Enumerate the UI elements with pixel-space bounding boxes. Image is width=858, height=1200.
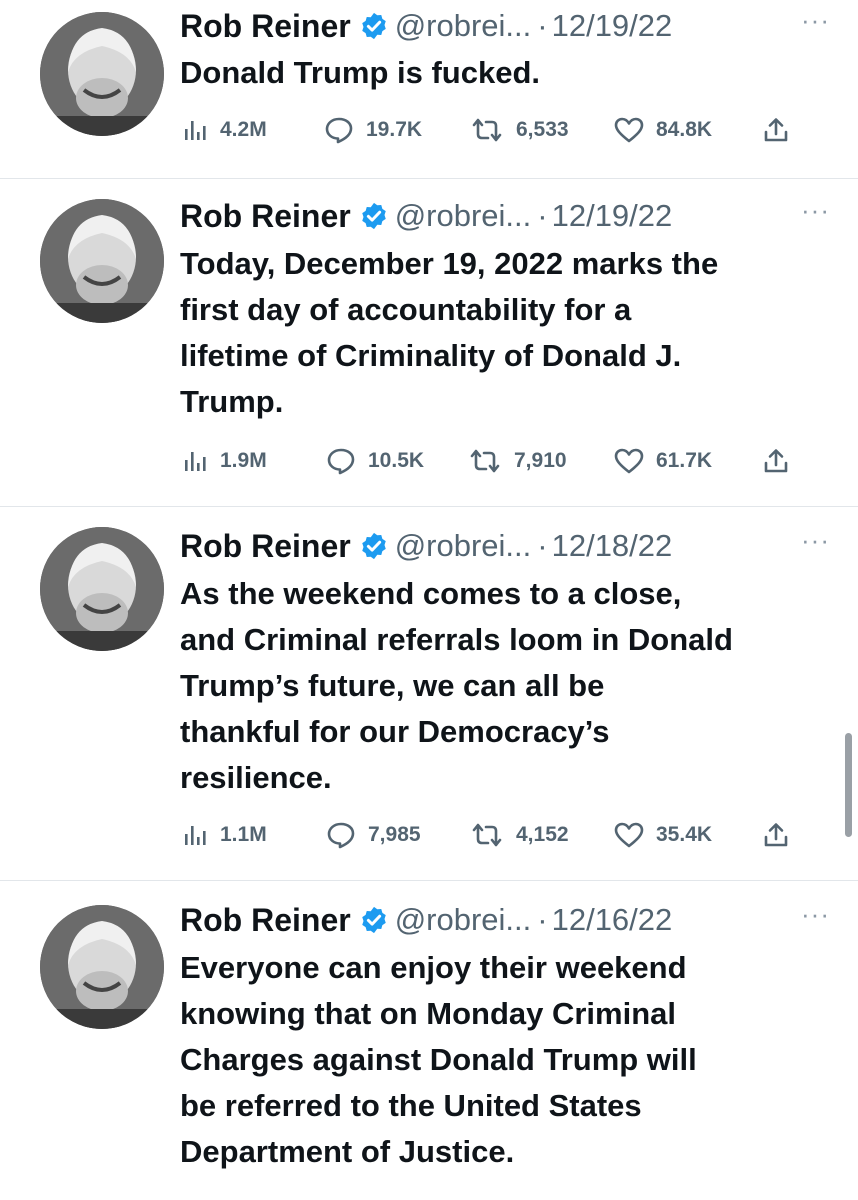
avatar[interactable] xyxy=(40,527,164,651)
separator-dot: · xyxy=(537,198,548,233)
tweet-header: Rob Reiner @robrei... · 12/19/22 ··· xyxy=(180,193,848,239)
retweet-count: 4,152 xyxy=(516,823,569,846)
share-button[interactable] xyxy=(762,441,790,481)
like-button[interactable]: 35.4K xyxy=(614,815,712,855)
reply-bubble-icon xyxy=(325,117,353,144)
retweet-count: 7,910 xyxy=(514,449,567,472)
like-count: 84.8K xyxy=(656,118,713,141)
tweet-text: Today, December 19, 2022 marks the first… xyxy=(180,246,719,419)
avatar-portrait-icon xyxy=(40,12,164,136)
tweet-text: Donald Trump is fucked. xyxy=(180,55,540,90)
like-button[interactable]: 61.7K xyxy=(614,441,712,481)
tweet-date[interactable]: 12/16/22 xyxy=(552,902,673,938)
tweet[interactable]: Rob Reiner @robrei... · 12/19/22 ··· Tod… xyxy=(0,179,858,507)
retweet-arrows-icon xyxy=(472,118,502,142)
reply-count: 19.7K xyxy=(366,118,423,141)
tweet-text: Everyone can enjoy their weekend knowing… xyxy=(180,950,697,1169)
tweet[interactable]: Rob Reiner @robrei... · 12/16/22 ··· Eve… xyxy=(0,881,858,1200)
tweet-text: As the weekend comes to a close, and Cri… xyxy=(180,576,733,795)
tweet-actions: 1.9M 10.5K 7,910 61.7K xyxy=(182,441,802,481)
tweet-date[interactable]: 12/18/22 xyxy=(552,528,673,564)
tweet-header: Rob Reiner @robrei... · 12/16/22 ··· xyxy=(180,897,848,943)
avatar-portrait-icon xyxy=(40,527,164,651)
author-handle[interactable]: @robrei... xyxy=(395,902,532,938)
views-button[interactable]: 4.2M xyxy=(182,110,267,150)
verified-badge-icon xyxy=(361,532,386,560)
author-name[interactable]: Rob Reiner xyxy=(180,902,351,939)
tweet-date[interactable]: 12/19/22 xyxy=(552,8,673,44)
reply-count: 7,985 xyxy=(368,823,421,846)
tweet-actions: 1.1M 7,985 4,152 35.4K xyxy=(182,815,802,855)
verified-badge-icon xyxy=(361,12,386,40)
more-options-icon[interactable]: ··· xyxy=(801,899,830,930)
share-upload-icon xyxy=(764,449,788,473)
timeline-feed[interactable]: Rob Reiner @robrei... · 12/19/22 ··· Don… xyxy=(0,0,858,1200)
more-options-icon[interactable]: ··· xyxy=(801,525,830,556)
reply-count: 10.5K xyxy=(368,449,425,472)
views-count: 4.2M xyxy=(220,118,267,141)
author-handle[interactable]: @robrei... xyxy=(395,198,532,234)
views-count: 1.1M xyxy=(220,823,267,846)
like-button[interactable]: 84.8K xyxy=(614,110,712,150)
tweet-header: Rob Reiner @robrei... · 12/18/22 ··· xyxy=(180,523,848,569)
avatar[interactable] xyxy=(40,905,164,1029)
reply-button[interactable]: 7,985 xyxy=(326,815,421,855)
avatar-portrait-icon xyxy=(40,905,164,1029)
retweet-button[interactable]: 7,910 xyxy=(468,441,567,481)
avatar[interactable] xyxy=(40,12,164,136)
share-upload-icon xyxy=(764,823,788,847)
author-name[interactable]: Rob Reiner xyxy=(180,528,351,565)
reply-bubble-icon xyxy=(327,448,355,475)
views-count: 1.9M xyxy=(220,449,267,472)
heart-icon xyxy=(614,117,644,143)
tweet-header: Rob Reiner @robrei... · 12/19/22 ··· xyxy=(180,3,848,49)
retweet-button[interactable]: 4,152 xyxy=(470,815,569,855)
retweet-arrows-icon xyxy=(472,823,502,847)
like-count: 61.7K xyxy=(656,449,713,472)
author-name[interactable]: Rob Reiner xyxy=(180,8,351,45)
author-name[interactable]: Rob Reiner xyxy=(180,198,351,235)
verified-badge-icon xyxy=(361,202,386,230)
verified-badge-icon xyxy=(361,906,386,934)
views-chart-icon xyxy=(185,452,206,471)
retweet-button[interactable]: 6,533 xyxy=(470,110,569,150)
retweet-count: 6,533 xyxy=(516,118,569,141)
more-options-icon[interactable]: ··· xyxy=(801,195,830,226)
separator-dot: · xyxy=(537,902,548,937)
tweet-actions: 4.2M 19.7K 6,533 84.8K xyxy=(182,110,802,150)
reply-button[interactable]: 19.7K xyxy=(324,110,422,150)
author-handle[interactable]: @robrei... xyxy=(395,528,532,564)
heart-icon xyxy=(614,448,644,474)
avatar[interactable] xyxy=(40,199,164,323)
views-button[interactable]: 1.1M xyxy=(182,815,267,855)
tweet[interactable]: Rob Reiner @robrei... · 12/19/22 ··· Don… xyxy=(0,0,858,180)
like-count: 35.4K xyxy=(656,823,713,846)
share-button[interactable] xyxy=(762,110,790,150)
reply-button[interactable]: 10.5K xyxy=(326,441,424,481)
tweet-date[interactable]: 12/19/22 xyxy=(552,198,673,234)
tweet[interactable]: Rob Reiner @robrei... · 12/18/22 ··· As … xyxy=(0,507,858,881)
views-chart-icon xyxy=(185,826,206,845)
avatar-portrait-icon xyxy=(40,199,164,323)
share-upload-icon xyxy=(764,118,788,142)
author-handle[interactable]: @robrei... xyxy=(395,8,532,44)
separator-dot: · xyxy=(537,528,548,563)
share-button[interactable] xyxy=(762,815,790,855)
more-options-icon[interactable]: ··· xyxy=(801,5,830,36)
separator-dot: · xyxy=(537,8,548,43)
scrollbar-thumb[interactable] xyxy=(845,733,852,837)
views-button[interactable]: 1.9M xyxy=(182,441,267,481)
heart-icon xyxy=(614,822,644,848)
retweet-arrows-icon xyxy=(470,449,500,473)
views-chart-icon xyxy=(185,121,206,140)
reply-bubble-icon xyxy=(327,822,355,849)
